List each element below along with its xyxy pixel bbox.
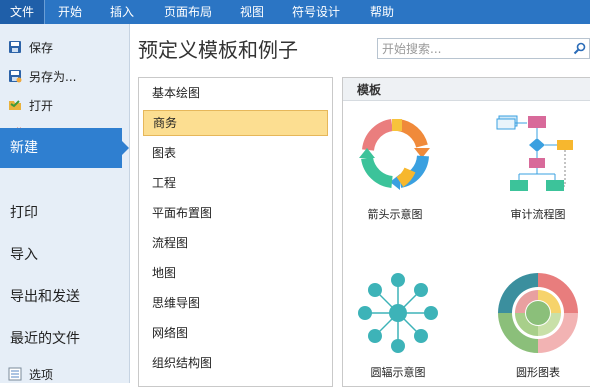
tab-help[interactable]: 帮助 (362, 0, 402, 24)
category-item-selected[interactable]: 商务 (143, 110, 328, 136)
sidebar-item-import[interactable]: 导入 (10, 240, 38, 270)
open-folder-icon (8, 97, 22, 111)
category-item[interactable]: 网络图 (143, 320, 328, 346)
sidebar-item-print[interactable]: 打印 (10, 198, 38, 228)
cycle-arrows-icon (359, 119, 430, 190)
options-icon (8, 366, 22, 381)
radial-nodes-icon (358, 273, 438, 353)
sidebar-item-open[interactable]: 打开 (8, 95, 53, 117)
tab-insert[interactable]: 插入 (102, 0, 142, 24)
search-input[interactable] (378, 39, 576, 58)
flowchart-icon (496, 115, 573, 191)
template-label: 审计流程图 (510, 208, 566, 221)
ring-chart-icon (498, 273, 578, 353)
tab-home[interactable]: 开始 (50, 0, 90, 24)
template-header-label: 模板 (357, 83, 382, 97)
sidebar-item-save-as[interactable]: 另存为... (8, 66, 76, 88)
template-arrow-diagram[interactable]: 箭头示意图 (350, 110, 440, 222)
category-item[interactable]: 流程图 (143, 230, 328, 256)
tab-view[interactable]: 视图 (232, 0, 272, 24)
sidebar-item-new-label: 新建 (10, 140, 38, 156)
sidebar-item-label: 另存为... (29, 70, 77, 84)
category-item[interactable]: 地图 (143, 260, 328, 286)
save-icon (8, 39, 22, 53)
tab-file[interactable]: 文件 (0, 0, 45, 24)
tab-symbol-design[interactable]: 符号设计 (286, 0, 346, 24)
template-label: 箭头示意图 (367, 208, 423, 221)
category-item[interactable]: 图表 (143, 140, 328, 166)
ribbon-bar: 文件 开始 插入 页面布局 视图 符号设计 帮助 (0, 0, 590, 24)
template-radial-diagram[interactable]: 圆辐示意图 (353, 268, 443, 380)
template-label: 圆形图表 (516, 366, 560, 379)
sidebar-item-label: 打开 (29, 99, 54, 113)
sidebar-item-save[interactable]: 保存 (8, 37, 53, 59)
search-icon[interactable] (573, 41, 587, 55)
category-item[interactable]: 工程 (143, 170, 328, 196)
template-panel-header: 模板 (343, 78, 590, 101)
sidebar-item-label: 保存 (29, 41, 54, 55)
template-circular-chart[interactable]: 圆形图表 (493, 268, 583, 380)
category-item[interactable]: 平面布置图 (143, 200, 328, 226)
category-item[interactable]: 基本绘图 (143, 80, 328, 106)
search-box[interactable] (377, 38, 590, 59)
sidebar-item-export-send[interactable]: 导出和发送 (10, 282, 80, 312)
page-title: 预定义模板和例子 (138, 38, 298, 62)
category-item[interactable]: 思维导图 (143, 290, 328, 316)
tab-page-layout[interactable]: 页面布局 (158, 0, 218, 24)
save-as-icon (8, 68, 22, 83)
category-item[interactable]: 组织结构图 (143, 350, 328, 376)
sidebar-item-label: 选项 (29, 368, 54, 382)
template-label: 圆辐示意图 (370, 366, 426, 379)
category-list: 基本绘图 商务 图表 工程 平面布置图 流程图 地图 思维导图 网络图 组织结构… (138, 77, 333, 387)
active-indicator-arrow (122, 141, 129, 155)
sidebar-item-recent[interactable]: 最近的文件 (10, 324, 80, 354)
template-panel: 模板 箭头示意图 审计流程图 圆辐示意图 圆形图表 (342, 77, 590, 387)
template-audit-flowchart[interactable]: 审计流程图 (493, 110, 583, 222)
